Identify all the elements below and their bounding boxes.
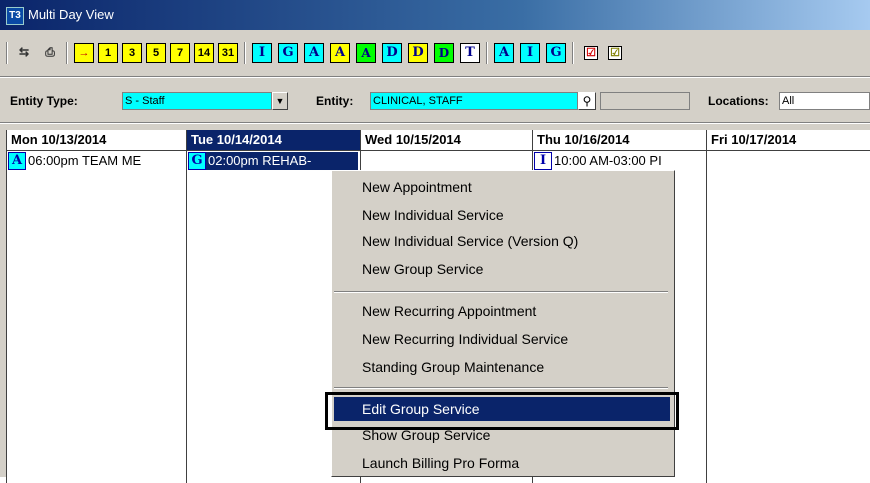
entity-secondary-field <box>600 92 690 110</box>
entity-label: Entity: <box>316 94 354 108</box>
entity-type-label: Entity Type: <box>10 94 78 108</box>
calendar-event[interactable]: I 10:00 AM-03:00 PI <box>534 152 704 170</box>
context-menu: New Appointment New Individual Service N… <box>331 170 675 477</box>
menu-item-launch-billing-pro-forma[interactable]: Launch Billing Pro Forma <box>334 451 670 475</box>
locations-label: Locations: <box>708 94 769 108</box>
day-header[interactable]: Mon 10/13/2014 <box>7 130 186 151</box>
view-14-day-button[interactable]: 14 <box>194 43 214 63</box>
view-31-day-button[interactable]: 31 <box>218 43 238 63</box>
day-column-fri[interactable]: Fri 10/17/2014 <box>706 130 870 483</box>
a-toggle-button[interactable]: A <box>494 43 514 63</box>
calendar-event-selected[interactable]: G 02:00pm REHAB- <box>188 152 358 170</box>
day-header[interactable]: Thu 10/16/2014 <box>533 130 706 151</box>
title-bar: T3 Multi Day View <box>0 0 870 30</box>
menu-item-new-recurring-appointment[interactable]: New Recurring Appointment <box>334 299 670 323</box>
appointment-filter-button-3[interactable]: A <box>356 43 376 63</box>
appointment-filter-button[interactable]: A <box>304 43 324 63</box>
toolbar-separator <box>486 42 488 64</box>
group-badge: G <box>188 152 206 170</box>
menu-item-new-recurring-individual-service[interactable]: New Recurring Individual Service <box>334 327 670 351</box>
refresh-icon[interactable]: ⇆ <box>14 43 34 63</box>
entity-field[interactable]: CLINICAL, STAFF <box>370 92 578 110</box>
checkbox-icon-olive[interactable]: ☑ <box>608 46 622 60</box>
menu-item-new-individual-service-version-q[interactable]: New Individual Service (Version Q) <box>334 229 670 253</box>
chevron-down-icon[interactable]: ▼ <box>272 92 288 110</box>
toolbar-separator <box>244 42 246 64</box>
g-toggle-button[interactable]: G <box>546 43 566 63</box>
search-icon[interactable]: ⚲ <box>578 92 596 110</box>
menu-item-new-appointment[interactable]: New Appointment <box>334 175 670 199</box>
d-filter-button-2[interactable]: D <box>408 43 428 63</box>
appointment-filter-button-2[interactable]: A <box>330 43 350 63</box>
view-1-day-button[interactable]: 1 <box>98 43 118 63</box>
calendar-event[interactable]: A 06:00pm TEAM ME <box>8 152 184 170</box>
day-arrow-icon[interactable]: → <box>74 43 94 63</box>
toolbar-separator <box>572 42 574 64</box>
view-3-day-button[interactable]: 3 <box>122 43 142 63</box>
menu-item-standing-group-maintenance[interactable]: Standing Group Maintenance <box>334 355 670 379</box>
day-header-selected[interactable]: Tue 10/14/2014 <box>187 130 360 151</box>
individual-badge: I <box>534 152 552 170</box>
individual-filter-button[interactable]: I <box>252 43 272 63</box>
toolbar-separator <box>66 42 68 64</box>
group-filter-button[interactable]: G <box>278 43 298 63</box>
day-header[interactable]: Fri 10/17/2014 <box>707 130 870 151</box>
checkbox-icon-red[interactable]: ☑ <box>584 46 598 60</box>
event-text: 02:00pm REHAB- <box>208 153 312 168</box>
d-filter-button[interactable]: D <box>382 43 402 63</box>
menu-item-new-group-service[interactable]: New Group Service <box>334 257 670 281</box>
i-toggle-button[interactable]: I <box>520 43 540 63</box>
event-text: 06:00pm TEAM ME <box>28 153 142 168</box>
locations-field[interactable]: All <box>779 92 870 110</box>
d-filter-button-3[interactable]: D <box>434 43 454 63</box>
day-column-mon[interactable]: Mon 10/13/2014 A 06:00pm TEAM ME <box>6 130 186 483</box>
entity-type-select[interactable]: S - Staff <box>122 92 272 110</box>
event-text: 10:00 AM-03:00 PI <box>554 153 662 168</box>
toolbar: ⇆ ⎙ → 1 3 5 7 14 31 I G A A A D D D T A … <box>0 30 870 77</box>
day-header[interactable]: Wed 10/15/2014 <box>361 130 532 151</box>
toolbar-separator <box>6 42 8 64</box>
view-7-day-button[interactable]: 7 <box>170 43 190 63</box>
menu-item-new-individual-service[interactable]: New Individual Service <box>334 203 670 227</box>
appointment-badge: A <box>8 152 26 170</box>
highlight-annotation-box <box>325 392 679 430</box>
view-5-day-button[interactable]: 5 <box>146 43 166 63</box>
window-title: Multi Day View <box>28 7 114 22</box>
print-icon[interactable]: ⎙ <box>40 43 60 63</box>
menu-separator <box>334 387 668 389</box>
t-filter-button[interactable]: T <box>460 43 480 63</box>
filter-bar: Entity Type: S - Staff ▼ Entity: CLINICA… <box>0 77 870 123</box>
menu-separator <box>334 291 668 293</box>
app-icon: T3 <box>6 7 24 25</box>
